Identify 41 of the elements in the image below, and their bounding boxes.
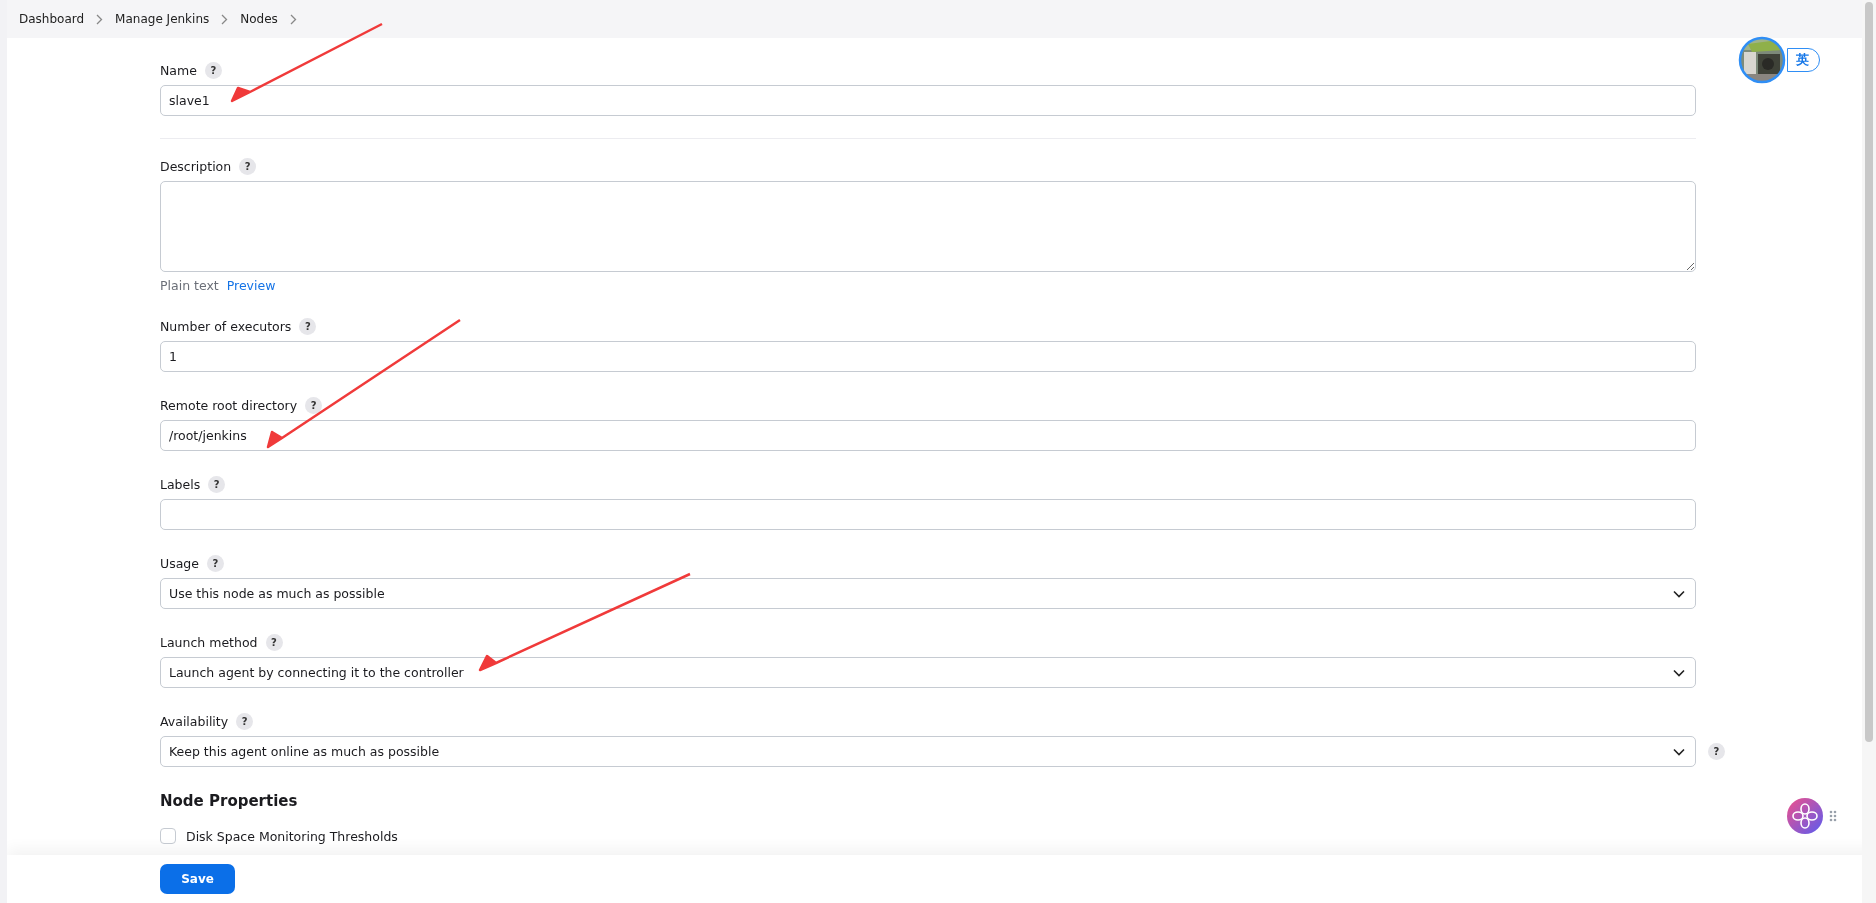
breadcrumb-link[interactable]: Nodes <box>240 12 278 26</box>
field-label: Labels <box>160 477 201 492</box>
chevron-right-icon <box>289 13 297 25</box>
drag-handle-icon[interactable] <box>1829 810 1837 822</box>
chevron-down-icon <box>1673 747 1685 756</box>
preview-link[interactable]: Preview <box>226 278 276 293</box>
input-field[interactable]: /root/jenkins <box>160 420 1696 451</box>
help-icon[interactable]: ? <box>236 713 254 730</box>
chevron-right-icon <box>221 13 229 25</box>
field-label: Description <box>160 159 232 174</box>
breadcrumb-link[interactable]: Dashboard <box>19 12 85 26</box>
field-label: Number of executors <box>160 319 292 334</box>
select-field[interactable]: Launch agent by connecting it to the controller <box>160 657 1696 688</box>
checkbox[interactable] <box>160 828 176 844</box>
save-button[interactable]: Save <box>160 864 235 894</box>
chevron-right-icon <box>96 13 104 25</box>
help-icon[interactable]: ? <box>299 318 317 335</box>
select-field[interactable]: Keep this agent online as much as possible <box>160 736 1696 767</box>
help-icon[interactable]: ? <box>208 476 226 493</box>
field-label: Usage <box>160 556 199 571</box>
field-label: Launch method <box>160 635 258 650</box>
scrollbar[interactable] <box>1862 0 1876 903</box>
help-icon[interactable]: ? <box>204 62 222 79</box>
chevron-down-icon <box>1673 668 1685 677</box>
field-label: Availability <box>160 714 229 729</box>
help-icon[interactable]: ? <box>239 158 257 175</box>
input-field[interactable]: slave1 <box>160 85 1696 116</box>
chevron-down-icon <box>1673 589 1685 598</box>
field-label: Remote root directory <box>160 398 298 413</box>
field-label: Name <box>160 63 197 78</box>
checkbox-label: Disk Space Monitoring Thresholds <box>186 828 398 844</box>
help-icon[interactable]: ? <box>206 555 224 572</box>
section-heading: Node Properties <box>160 792 299 810</box>
help-icon[interactable]: ? <box>1708 743 1725 760</box>
flower-icon[interactable] <box>1787 798 1823 834</box>
help-icon[interactable]: ? <box>305 397 323 414</box>
help-icon[interactable]: ? <box>265 634 283 651</box>
select-field[interactable]: Use this node as much as possible <box>160 578 1696 609</box>
format-label: Plain text <box>160 278 219 293</box>
input-field[interactable]: 1 <box>160 341 1696 372</box>
breadcrumb-link[interactable]: Manage Jenkins <box>115 12 210 26</box>
